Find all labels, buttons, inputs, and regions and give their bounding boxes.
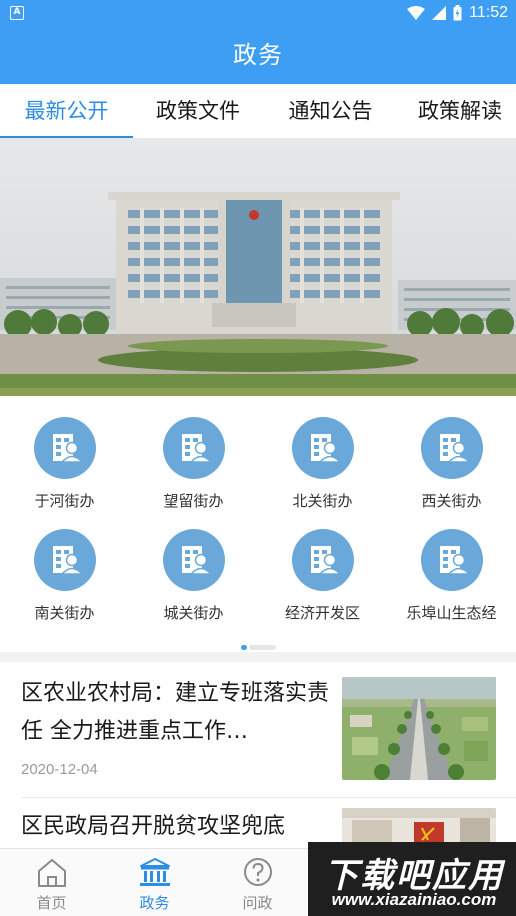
app-root: A 11:52 政务 最新公开 政策文件 通知公告 政策解读 于河街办 望留街办… — [0, 0, 516, 916]
district-item[interactable]: 于河街办 — [0, 417, 129, 511]
aerial-road-farmland-photo — [342, 677, 496, 780]
notification-app-icon: A — [10, 6, 24, 20]
clock: 11:52 — [469, 4, 508, 21]
district-label: 乐埠山生态经 — [406, 604, 497, 622]
nav-government-affairs[interactable]: 政务 — [103, 849, 206, 916]
district-label: 经济开发区 — [284, 604, 360, 622]
banner-image[interactable] — [0, 138, 516, 396]
news-item[interactable]: 区民政局召开脱贫攻坚兜底 — [0, 798, 516, 848]
nav-label: 问政 — [242, 894, 273, 912]
status-bar: A 11:52 — [0, 0, 516, 26]
news-thumbnail — [342, 677, 496, 780]
watermark-url: www.xiazainiao.com — [331, 890, 497, 909]
home-icon — [38, 859, 66, 887]
district-item[interactable]: 南关街办 — [0, 529, 129, 623]
district-label: 南关街办 — [34, 604, 95, 622]
district-item[interactable]: 望留街办 — [129, 417, 258, 511]
office-person-icon — [162, 529, 225, 591]
district-item[interactable]: 经济开发区 — [258, 529, 387, 623]
office-person-icon — [33, 529, 96, 591]
nav-home[interactable]: 首页 — [0, 849, 103, 916]
tab-latest-disclosure[interactable]: 最新公开 — [0, 84, 133, 138]
office-person-icon — [420, 417, 483, 479]
page-indicator-track — [249, 645, 276, 650]
district-item[interactable]: 西关街办 — [387, 417, 516, 511]
tab-policy-documents[interactable]: 政策文件 — [133, 84, 263, 138]
nav-ask-government[interactable]: 问政 — [206, 849, 309, 916]
office-person-icon — [162, 417, 225, 479]
district-item[interactable]: 乐埠山生态经 — [387, 529, 516, 623]
district-label: 北关街办 — [292, 492, 353, 510]
signal-icon — [432, 6, 447, 20]
page-indicator-active — [241, 645, 247, 650]
district-grid: 于河街办 望留街办 北关街办 西关街办 南关街办 城关街办 经济开发区 乐埠山生… — [0, 396, 516, 652]
page-title: 政务 — [0, 26, 516, 84]
office-person-icon — [33, 417, 96, 479]
section-divider — [0, 652, 516, 662]
category-tabs: 最新公开 政策文件 通知公告 政策解读 — [0, 84, 516, 138]
news-title: 区农业农村局：建立专班落实责任 全力推进重点工作… — [21, 681, 330, 744]
news-item[interactable]: 区农业农村局：建立专班落实责任 全力推进重点工作… 2020-12-04 — [0, 662, 516, 797]
district-label: 城关街办 — [163, 604, 224, 622]
news-title: 区民政局召开脱贫攻坚兜底 — [21, 814, 286, 839]
office-person-icon — [291, 417, 354, 479]
news-date: 2020-12-04 — [21, 761, 98, 778]
district-label: 于河街办 — [34, 492, 95, 510]
office-person-icon — [420, 529, 483, 591]
watermark-logo: 下载吧应用 www.xiazainiao.com — [308, 842, 516, 916]
page-indicator — [0, 645, 516, 651]
question-circle-icon — [244, 858, 272, 886]
district-item[interactable]: 北关街办 — [258, 417, 387, 511]
battery-icon — [453, 5, 462, 21]
status-icons: 11:52 — [407, 0, 508, 26]
wifi-icon — [407, 6, 426, 20]
district-label: 西关街办 — [421, 492, 482, 510]
district-item[interactable]: 城关街办 — [129, 529, 258, 623]
office-person-icon — [291, 529, 354, 591]
government-building-photo — [0, 138, 516, 396]
nav-label: 首页 — [36, 894, 67, 912]
tab-notices[interactable]: 通知公告 — [263, 84, 398, 138]
tab-policy-interpretation[interactable]: 政策解读 — [398, 84, 516, 138]
government-building-icon — [140, 858, 170, 886]
nav-label: 政务 — [139, 894, 170, 912]
district-label: 望留街办 — [163, 492, 224, 510]
